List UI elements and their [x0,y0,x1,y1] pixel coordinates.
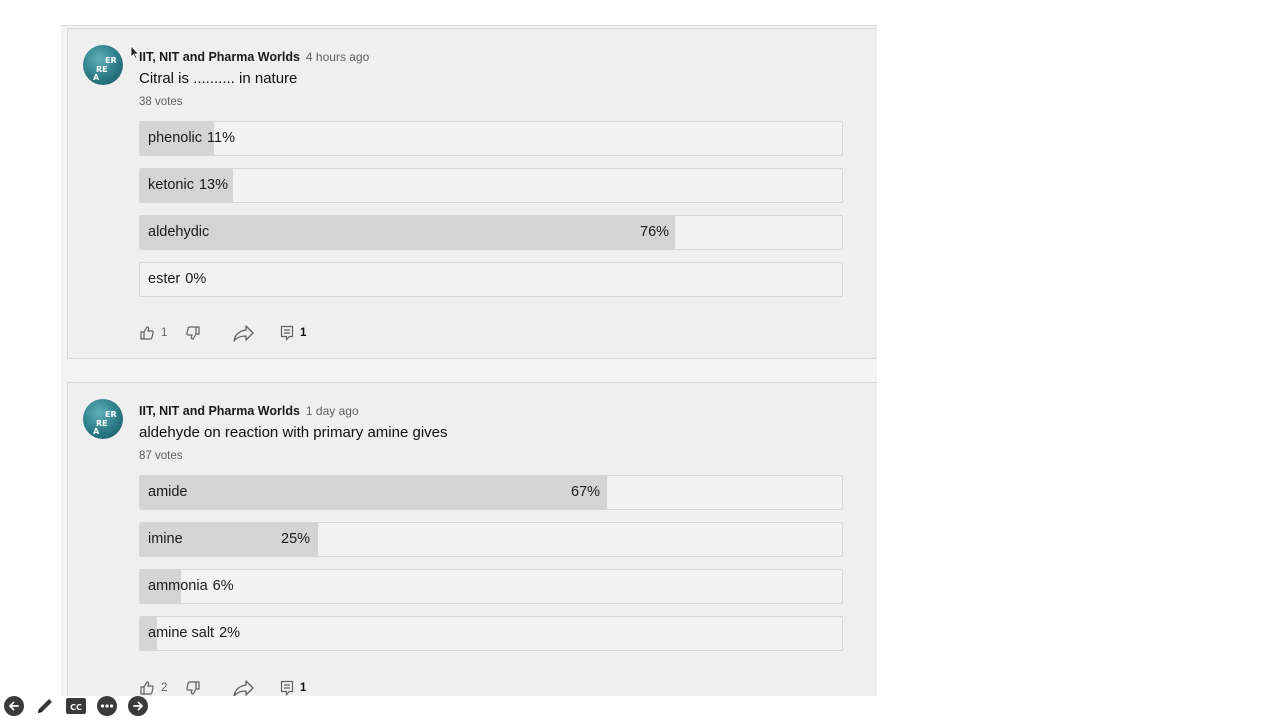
poll-option[interactable]: phenolic 11% [139,121,843,156]
poll-option[interactable]: ammonia 6% [139,569,843,604]
poll-option-label: ketonic 13% [148,177,228,193]
dislike-button[interactable] [185,324,201,342]
poll-question: aldehyde on reaction with primary amine … [139,424,448,441]
poll-option-percent: 13% [198,177,228,193]
back-arrow-icon [4,696,24,716]
poll-option[interactable]: ester 0% [139,262,843,297]
share-icon [233,680,254,696]
poll-option-label: aldehydic [148,224,210,240]
community-posts-screenshot: ER RE A IIT, NIT and Pharma Worlds 4 hour… [61,25,877,696]
closed-captions-icon: CC [66,698,86,714]
poll-option[interactable]: ketonic 13% [139,168,843,203]
share-icon [233,325,254,342]
poll-post: ER RE A IIT, NIT and Pharma Worlds 4 hour… [67,28,877,359]
post-actions: 2 1 [139,679,439,696]
channel-name[interactable]: IIT, NIT and Pharma Worlds [139,50,300,64]
comment-count: 1 [300,682,307,694]
poll-option-percent: 67% [571,484,601,500]
captions-button[interactable]: CC [64,694,88,718]
poll-option-percent: 6% [212,578,234,594]
thumbs-up-icon [140,326,154,340]
avatar-letters: A [93,427,100,436]
poll-option-percent: 25% [281,531,311,547]
poll-option-label: ammonia 6% [148,578,234,594]
poll-option-percent: 2% [219,625,241,641]
player-toolbar: CC [2,694,157,718]
poll-option-percent: 76% [640,224,670,240]
channel-name[interactable]: IIT, NIT and Pharma Worlds [139,404,300,418]
vote-count: 87 votes [139,450,183,462]
annotate-button[interactable] [33,694,57,718]
share-button[interactable] [233,324,255,342]
avatar-letters: ER [105,410,117,419]
like-count: 2 [161,682,168,694]
post-header: IIT, NIT and Pharma Worlds 4 hours ago [139,48,369,66]
forward-arrow-icon [128,696,148,716]
vote-count: 38 votes [139,96,183,108]
poll-option-percent: 0% [185,271,207,287]
video-frame: ER RE A IIT, NIT and Pharma Worlds 4 hour… [0,0,1280,720]
channel-avatar-icon[interactable]: ER RE A [83,45,123,85]
like-count: 1 [161,327,168,339]
more-button[interactable] [95,694,119,718]
thumbs-down-icon [186,326,200,340]
comment-icon [280,325,294,341]
comments-button[interactable]: 1 [280,679,306,696]
avatar-letters: A [93,73,100,82]
poll-option[interactable]: amide 67% [139,475,843,510]
poll-option-label: imine [148,531,183,547]
post-header: IIT, NIT and Pharma Worlds 1 day ago [139,402,359,420]
poll-option[interactable]: amine salt 2% [139,616,843,651]
poll-option-label: amine salt 2% [148,625,241,641]
poll-option-label: amide [148,484,188,500]
poll-option-label: ester 0% [148,271,207,287]
poll-option[interactable]: aldehydic 76% [139,215,843,250]
comments-button[interactable]: 1 [280,324,306,342]
channel-avatar-icon[interactable]: ER RE A [83,399,123,439]
share-button[interactable] [233,679,255,696]
post-actions: 1 1 [139,324,439,342]
poll-option-fill [140,476,607,509]
mouse-cursor-icon [130,45,140,59]
dislike-button[interactable] [185,679,201,696]
poll-option-percent: 11% [207,130,235,146]
poll-post: ER RE A IIT, NIT and Pharma Worlds 1 day … [67,382,877,696]
poll-option[interactable]: imine 25% [139,522,843,557]
pen-icon [38,699,52,713]
forward-button[interactable] [126,694,150,718]
post-time[interactable]: 4 hours ago [306,50,369,64]
like-button[interactable]: 1 [139,324,167,342]
back-button[interactable] [2,694,26,718]
post-time[interactable]: 1 day ago [306,404,359,418]
avatar-letters: ER [105,56,117,65]
thumbs-down-icon [186,681,200,695]
poll-question: Citral is .......... in nature [139,70,298,87]
comment-icon [280,680,294,696]
poll-option-fill [140,216,675,249]
more-options-icon [97,696,117,716]
comment-count: 1 [300,327,307,339]
cc-label: CC [70,703,82,712]
poll-option-label: phenolic 11% [148,130,235,146]
